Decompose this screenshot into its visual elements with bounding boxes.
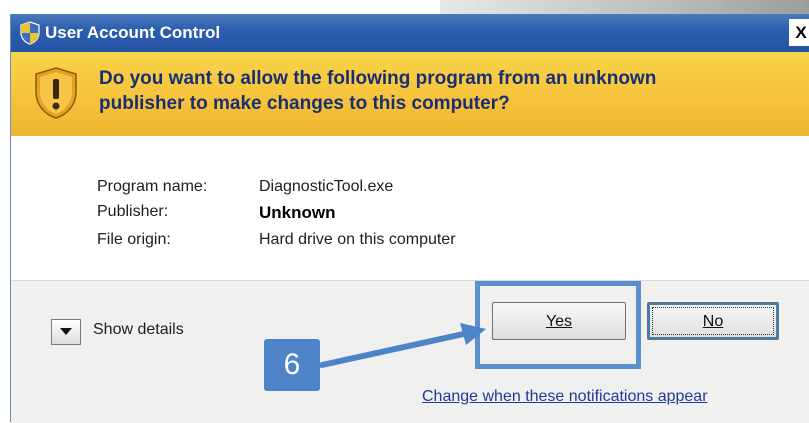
arrow-icon <box>320 323 486 368</box>
program-name-label: Program name: <box>97 178 208 195</box>
close-button[interactable]: X <box>789 19 809 46</box>
program-details: Program name: DiagnosticTool.exe Publish… <box>11 136 809 280</box>
step-number-badge: 6 <box>264 339 320 391</box>
warning-shield-icon <box>35 67 77 119</box>
warning-banner: Do you want to allow the following progr… <box>11 52 809 136</box>
title-bar: User Account Control X <box>11 14 809 52</box>
show-details-label[interactable]: Show details <box>93 321 184 339</box>
show-details-toggle[interactable] <box>51 319 81 345</box>
shield-icon <box>20 21 40 45</box>
file-origin-value: Hard drive on this computer <box>259 231 456 248</box>
window-title: User Account Control <box>45 23 221 42</box>
banner-message: Do you want to allow the following progr… <box>99 68 657 114</box>
change-notifications-link[interactable]: Change when these notifications appear <box>422 388 708 406</box>
background-shadow <box>440 0 809 14</box>
yes-button-highlight <box>475 281 641 369</box>
dropdown-arrow-icon <box>60 328 72 335</box>
dialog-footer: Show details Yes No 6 Change when these … <box>11 280 809 423</box>
no-button-label: No <box>702 313 724 330</box>
close-icon: X <box>795 23 807 42</box>
no-button[interactable]: No <box>647 302 779 340</box>
program-name-value: DiagnosticTool.exe <box>259 178 394 195</box>
publisher-label: Publisher: <box>97 203 169 220</box>
file-origin-label: File origin: <box>97 231 171 248</box>
publisher-value: Unknown <box>259 203 336 222</box>
uac-dialog: User Account Control X Do you want to al… <box>10 14 809 423</box>
